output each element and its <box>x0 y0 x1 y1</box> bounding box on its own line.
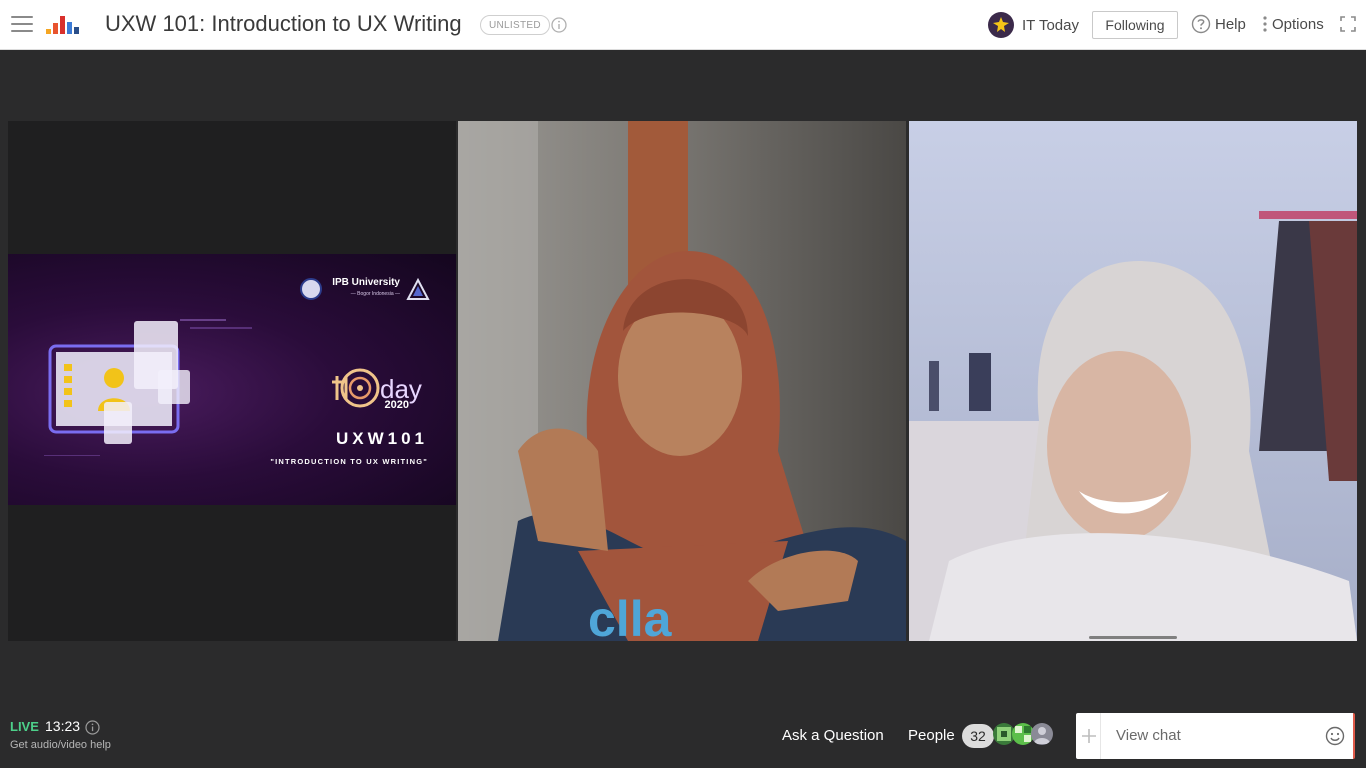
unlisted-badge: UNLISTED <box>480 15 550 35</box>
audio-video-help-link[interactable]: Get audio/video help <box>10 739 111 751</box>
organizer-link[interactable]: IT Today <box>988 12 1079 38</box>
organizer-avatar <box>988 12 1014 38</box>
presentation-slide: IPB University — Bogor Indonesia — day 2… <box>8 254 456 505</box>
participant-video-frame: clla <box>458 121 906 641</box>
elapsed-time: 13:23 <box>45 718 81 734</box>
emoji-icon[interactable] <box>1325 726 1345 746</box>
help-icon <box>1191 14 1211 34</box>
organizer-logo-icon <box>993 17 1009 32</box>
plus-icon <box>1082 729 1096 743</box>
video-scrollbar[interactable] <box>1089 636 1177 639</box>
people-button[interactable]: People <box>908 727 955 744</box>
options-button[interactable]: Options <box>1262 14 1324 34</box>
slide-subtitle: "INTRODUCTION TO UX WRITING" <box>270 457 428 466</box>
help-button[interactable]: Help <box>1191 14 1246 34</box>
participant-video-2[interactable] <box>909 121 1357 641</box>
participant-video-1[interactable]: clla <box>458 121 906 641</box>
avatar[interactable] <box>1031 723 1053 745</box>
more-vertical-icon <box>1263 16 1267 32</box>
screen-share-tile[interactable]: IPB University — Bogor Indonesia — day 2… <box>8 121 456 641</box>
crowdcast-logo-icon[interactable] <box>44 13 84 37</box>
triangle-logo-icon <box>406 278 430 300</box>
info-icon[interactable] <box>85 720 100 735</box>
slide-year: 2020 <box>384 399 409 411</box>
slide-course-code: UXW101 <box>335 429 428 448</box>
info-icon[interactable] <box>551 17 567 33</box>
slide-brand: IPB University <box>332 277 400 288</box>
top-bar: UXW 101: Introduction to UX Writing UNLI… <box>0 0 1366 50</box>
view-chat-label: View chat <box>1116 727 1181 744</box>
organizer-name: IT Today <box>1022 16 1079 34</box>
ipb-seal-icon <box>300 278 322 300</box>
help-label: Help <box>1215 15 1246 33</box>
slide-brand-subtitle: — Bogor Indonesia — <box>350 291 400 297</box>
slide-illustration <box>44 319 252 456</box>
chat-plus-area[interactable] <box>1077 713 1101 759</box>
options-label: Options <box>1272 15 1324 33</box>
fullscreen-icon[interactable] <box>1340 16 1356 32</box>
live-indicator: LIVE <box>10 719 39 734</box>
hamburger-icon[interactable] <box>11 16 33 34</box>
itday-logo-icon: day <box>332 368 422 408</box>
ask-question-button[interactable]: Ask a Question <box>782 727 884 744</box>
people-count-badge[interactable]: 32 <box>962 724 994 748</box>
svg-text:clla: clla <box>588 591 673 641</box>
participant-video-frame <box>909 121 1357 641</box>
following-button[interactable]: Following <box>1092 11 1178 39</box>
event-title: UXW 101: Introduction to UX Writing <box>105 11 462 36</box>
